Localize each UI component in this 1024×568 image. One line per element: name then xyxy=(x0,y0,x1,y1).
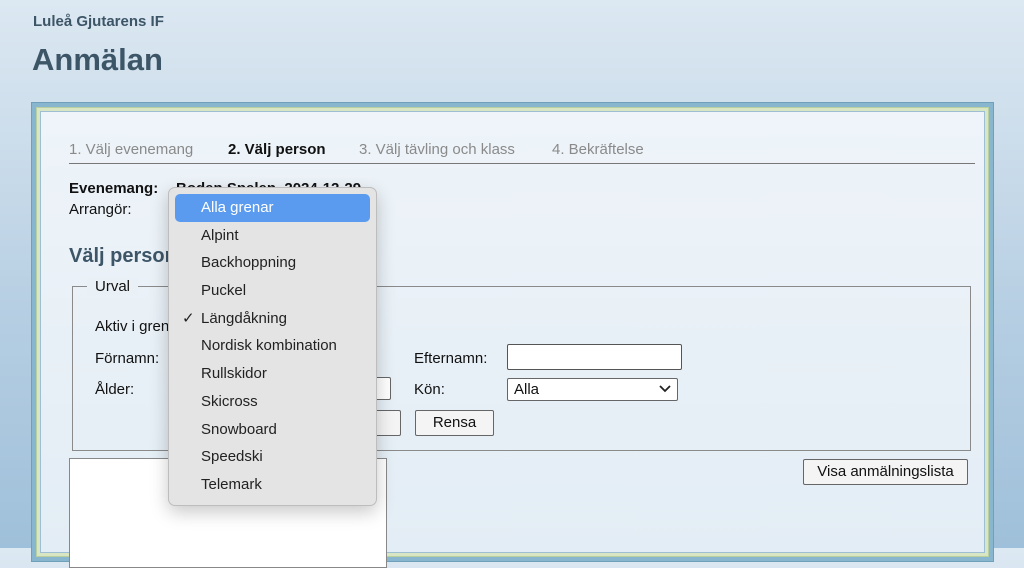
organizer-label: Arrangör: xyxy=(69,201,132,218)
step-select-person: 2. Välj person xyxy=(228,141,326,158)
dropdown-option[interactable]: Telemark xyxy=(175,471,370,499)
step-select-event[interactable]: 1. Välj evenemang xyxy=(69,141,193,158)
chevron-down-icon xyxy=(659,385,671,393)
dropdown-option[interactable]: Puckel xyxy=(175,277,370,305)
dropdown-option[interactable]: Alpint xyxy=(175,222,370,250)
option-label: Puckel xyxy=(201,282,247,300)
page-title: Anmälan xyxy=(32,42,163,77)
option-label: Alla grenar xyxy=(201,199,274,216)
option-label: Speedski xyxy=(201,448,263,466)
active-sport-label: Aktiv i gren: xyxy=(95,318,174,335)
option-label: Nordisk kombination xyxy=(201,337,337,355)
option-label: Skicross xyxy=(201,392,258,410)
event-label: Evenemang: xyxy=(69,180,159,197)
step-confirmation: 4. Bekräftelse xyxy=(552,141,644,158)
dropdown-option[interactable]: Alla grenar xyxy=(175,194,370,222)
step-select-competition: 3. Välj tävling och klass xyxy=(359,141,515,158)
age-label: Ålder: xyxy=(95,381,135,398)
option-label: Rullskidor xyxy=(201,365,267,383)
section-heading: Välj person xyxy=(69,245,177,267)
wizard-steps: 1. Välj evenemang 2. Välj person 3. Välj… xyxy=(69,140,975,164)
dropdown-option[interactable]: ✓ Längdåkning xyxy=(175,305,370,333)
dropdown-option[interactable]: Skicross xyxy=(175,388,370,416)
dropdown-option[interactable]: Backhoppning xyxy=(175,249,370,277)
dropdown-option[interactable]: Nordisk kombination xyxy=(175,332,370,360)
org-name: Luleå Gjutarens IF xyxy=(33,13,164,30)
show-registrations-button[interactable]: Visa anmälningslista xyxy=(803,459,968,485)
option-label: Snowboard xyxy=(201,420,277,438)
option-label: Backhoppning xyxy=(201,254,297,272)
clear-button[interactable]: Rensa xyxy=(415,410,494,436)
organizer-row: Arrangör:I xyxy=(69,201,180,218)
gender-label: Kön: xyxy=(414,381,445,398)
checkmark-icon: ✓ xyxy=(182,309,195,327)
dropdown-option[interactable]: Rullskidor xyxy=(175,360,370,388)
dropdown-option[interactable]: Speedski xyxy=(175,443,370,471)
lastname-input[interactable] xyxy=(507,344,682,370)
option-label: Alpint xyxy=(201,226,239,244)
gender-select-value: Alla xyxy=(514,381,540,398)
sport-dropdown-menu: Alla grenar Alpint Backhoppning Puckel ✓… xyxy=(168,187,377,506)
lastname-label: Efternamn: xyxy=(414,350,488,367)
option-label: Telemark xyxy=(201,475,262,493)
firstname-label: Förnamn: xyxy=(95,350,160,367)
gender-select[interactable]: Alla xyxy=(507,378,678,401)
dropdown-option[interactable]: Snowboard xyxy=(175,416,370,444)
option-label: Längdåkning xyxy=(201,309,287,327)
filter-legend: Urval xyxy=(87,278,139,295)
